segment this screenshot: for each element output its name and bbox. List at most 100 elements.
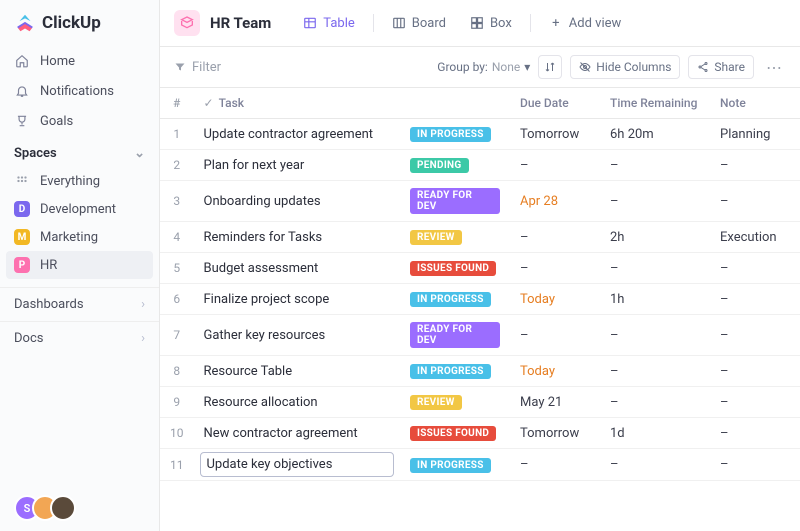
time-remaining-cell[interactable]: – xyxy=(600,387,710,418)
task-name-input[interactable] xyxy=(200,452,395,477)
note-cell[interactable]: – xyxy=(710,253,800,284)
time-remaining-cell[interactable]: 1h xyxy=(600,284,710,315)
task-name-cell[interactable]: New contractor agreement xyxy=(194,418,401,449)
space-marketing[interactable]: M Marketing xyxy=(0,223,159,251)
due-date-cell[interactable]: Today xyxy=(510,284,600,315)
table-row[interactable]: 11IN PROGRESS––– xyxy=(160,449,800,481)
due-date-cell[interactable]: – xyxy=(510,315,600,356)
task-name-cell[interactable]: Reminders for Tasks xyxy=(194,222,401,253)
status-cell[interactable]: IN PROGRESS xyxy=(400,119,510,150)
note-cell[interactable]: – xyxy=(710,181,800,222)
table-container: # ✓Task Due Date Time Remaining Note 1Up… xyxy=(160,88,800,531)
col-status[interactable] xyxy=(400,88,510,119)
table-row[interactable]: 6Finalize project scopeIN PROGRESSToday1… xyxy=(160,284,800,315)
due-date-cell[interactable]: – xyxy=(510,150,600,181)
note-cell[interactable]: – xyxy=(710,356,800,387)
sort-button[interactable] xyxy=(538,55,562,79)
table-row[interactable]: 5Budget assessmentISSUES FOUND––– xyxy=(160,253,800,284)
status-cell[interactable]: READY FOR DEV xyxy=(400,315,510,356)
chevron-right-icon: › xyxy=(141,331,145,346)
status-cell[interactable]: READY FOR DEV xyxy=(400,181,510,222)
status-cell[interactable]: PENDING xyxy=(400,150,510,181)
avatar[interactable] xyxy=(50,495,76,521)
due-date-cell[interactable]: – xyxy=(510,253,600,284)
spaces-header[interactable]: Spaces ⌄ xyxy=(0,136,159,167)
note-cell[interactable]: – xyxy=(710,315,800,356)
due-date-cell[interactable]: – xyxy=(510,449,600,481)
space-everything[interactable]: Everything xyxy=(0,167,159,195)
task-name-cell[interactable] xyxy=(194,449,401,481)
group-by[interactable]: Group by: None ▾ xyxy=(437,60,530,74)
task-name-cell[interactable]: Resource allocation xyxy=(194,387,401,418)
task-name-cell[interactable]: Gather key resources xyxy=(194,315,401,356)
status-cell[interactable]: REVIEW xyxy=(400,387,510,418)
due-date-cell[interactable]: Today xyxy=(510,356,600,387)
due-date-cell[interactable]: – xyxy=(510,222,600,253)
status-cell[interactable]: IN PROGRESS xyxy=(400,284,510,315)
nav-notifications[interactable]: Notifications xyxy=(0,76,159,106)
nav-goals[interactable]: Goals xyxy=(0,106,159,136)
task-name-cell[interactable]: Onboarding updates xyxy=(194,181,401,222)
due-date-cell[interactable]: Tomorrow xyxy=(510,119,600,150)
more-menu[interactable]: ⋯ xyxy=(762,55,786,79)
table-row[interactable]: 9Resource allocationREVIEWMay 21–– xyxy=(160,387,800,418)
time-remaining-cell[interactable]: – xyxy=(600,356,710,387)
col-due[interactable]: Due Date xyxy=(510,88,600,119)
table-row[interactable]: 8Resource TableIN PROGRESSToday–– xyxy=(160,356,800,387)
nav-dashboards[interactable]: Dashboards › xyxy=(0,287,159,321)
time-remaining-cell[interactable]: 2h xyxy=(600,222,710,253)
filter-button[interactable]: Filter xyxy=(174,60,221,75)
brand-logo[interactable]: ClickUp xyxy=(0,0,159,46)
note-cell[interactable]: Execution xyxy=(710,222,800,253)
status-cell[interactable]: IN PROGRESS xyxy=(400,356,510,387)
nav-home[interactable]: Home xyxy=(0,46,159,76)
time-remaining-cell[interactable]: – xyxy=(600,253,710,284)
note-cell[interactable]: – xyxy=(710,387,800,418)
status-cell[interactable]: REVIEW xyxy=(400,222,510,253)
time-remaining-cell[interactable]: 6h 20m xyxy=(600,119,710,150)
note-cell[interactable]: – xyxy=(710,418,800,449)
nav-docs[interactable]: Docs › xyxy=(0,321,159,355)
table-row[interactable]: 2Plan for next yearPENDING––– xyxy=(160,150,800,181)
table-row[interactable]: 10New contractor agreementISSUES FOUNDTo… xyxy=(160,418,800,449)
note-cell[interactable]: – xyxy=(710,284,800,315)
due-date-cell[interactable]: Apr 28 xyxy=(510,181,600,222)
time-remaining-cell[interactable]: – xyxy=(600,150,710,181)
status-cell[interactable]: ISSUES FOUND xyxy=(400,253,510,284)
note-cell[interactable]: – xyxy=(710,150,800,181)
col-note[interactable]: Note xyxy=(710,88,800,119)
time-remaining-cell[interactable]: – xyxy=(600,181,710,222)
time-remaining-cell[interactable]: – xyxy=(600,449,710,481)
add-view[interactable]: + Add view xyxy=(539,11,632,36)
space-hr[interactable]: P HR xyxy=(6,251,153,279)
hide-columns-button[interactable]: Hide Columns xyxy=(570,55,680,79)
note-cell[interactable]: – xyxy=(710,449,800,481)
col-time[interactable]: Time Remaining xyxy=(600,88,710,119)
task-name-cell[interactable]: Finalize project scope xyxy=(194,284,401,315)
due-date-cell[interactable]: Tomorrow xyxy=(510,418,600,449)
table-row[interactable]: 4Reminders for TasksREVIEW–2hExecution xyxy=(160,222,800,253)
col-index[interactable]: # xyxy=(160,88,194,119)
table-header-row: # ✓Task Due Date Time Remaining Note xyxy=(160,88,800,119)
view-tab-box[interactable]: Box xyxy=(460,11,522,36)
status-cell[interactable]: ISSUES FOUND xyxy=(400,418,510,449)
task-name-cell[interactable]: Resource Table xyxy=(194,356,401,387)
avatar-stack[interactable]: S xyxy=(0,485,159,531)
view-tab-table[interactable]: Table xyxy=(293,11,364,36)
task-name-cell[interactable]: Update contractor agreement xyxy=(194,119,401,150)
team-badge[interactable] xyxy=(174,10,200,36)
table-row[interactable]: 7Gather key resourcesREADY FOR DEV––– xyxy=(160,315,800,356)
due-date-cell[interactable]: May 21 xyxy=(510,387,600,418)
status-cell[interactable]: IN PROGRESS xyxy=(400,449,510,481)
view-tab-board[interactable]: Board xyxy=(382,11,456,36)
task-name-cell[interactable]: Budget assessment xyxy=(194,253,401,284)
time-remaining-cell[interactable]: – xyxy=(600,315,710,356)
task-name-cell[interactable]: Plan for next year xyxy=(194,150,401,181)
share-button[interactable]: Share xyxy=(688,55,754,79)
table-row[interactable]: 3Onboarding updatesREADY FOR DEVApr 28–– xyxy=(160,181,800,222)
col-task[interactable]: ✓Task xyxy=(194,88,401,119)
time-remaining-cell[interactable]: 1d xyxy=(600,418,710,449)
table-row[interactable]: 1Update contractor agreementIN PROGRESST… xyxy=(160,119,800,150)
space-development[interactable]: D Development xyxy=(0,195,159,223)
note-cell[interactable]: Planning xyxy=(710,119,800,150)
